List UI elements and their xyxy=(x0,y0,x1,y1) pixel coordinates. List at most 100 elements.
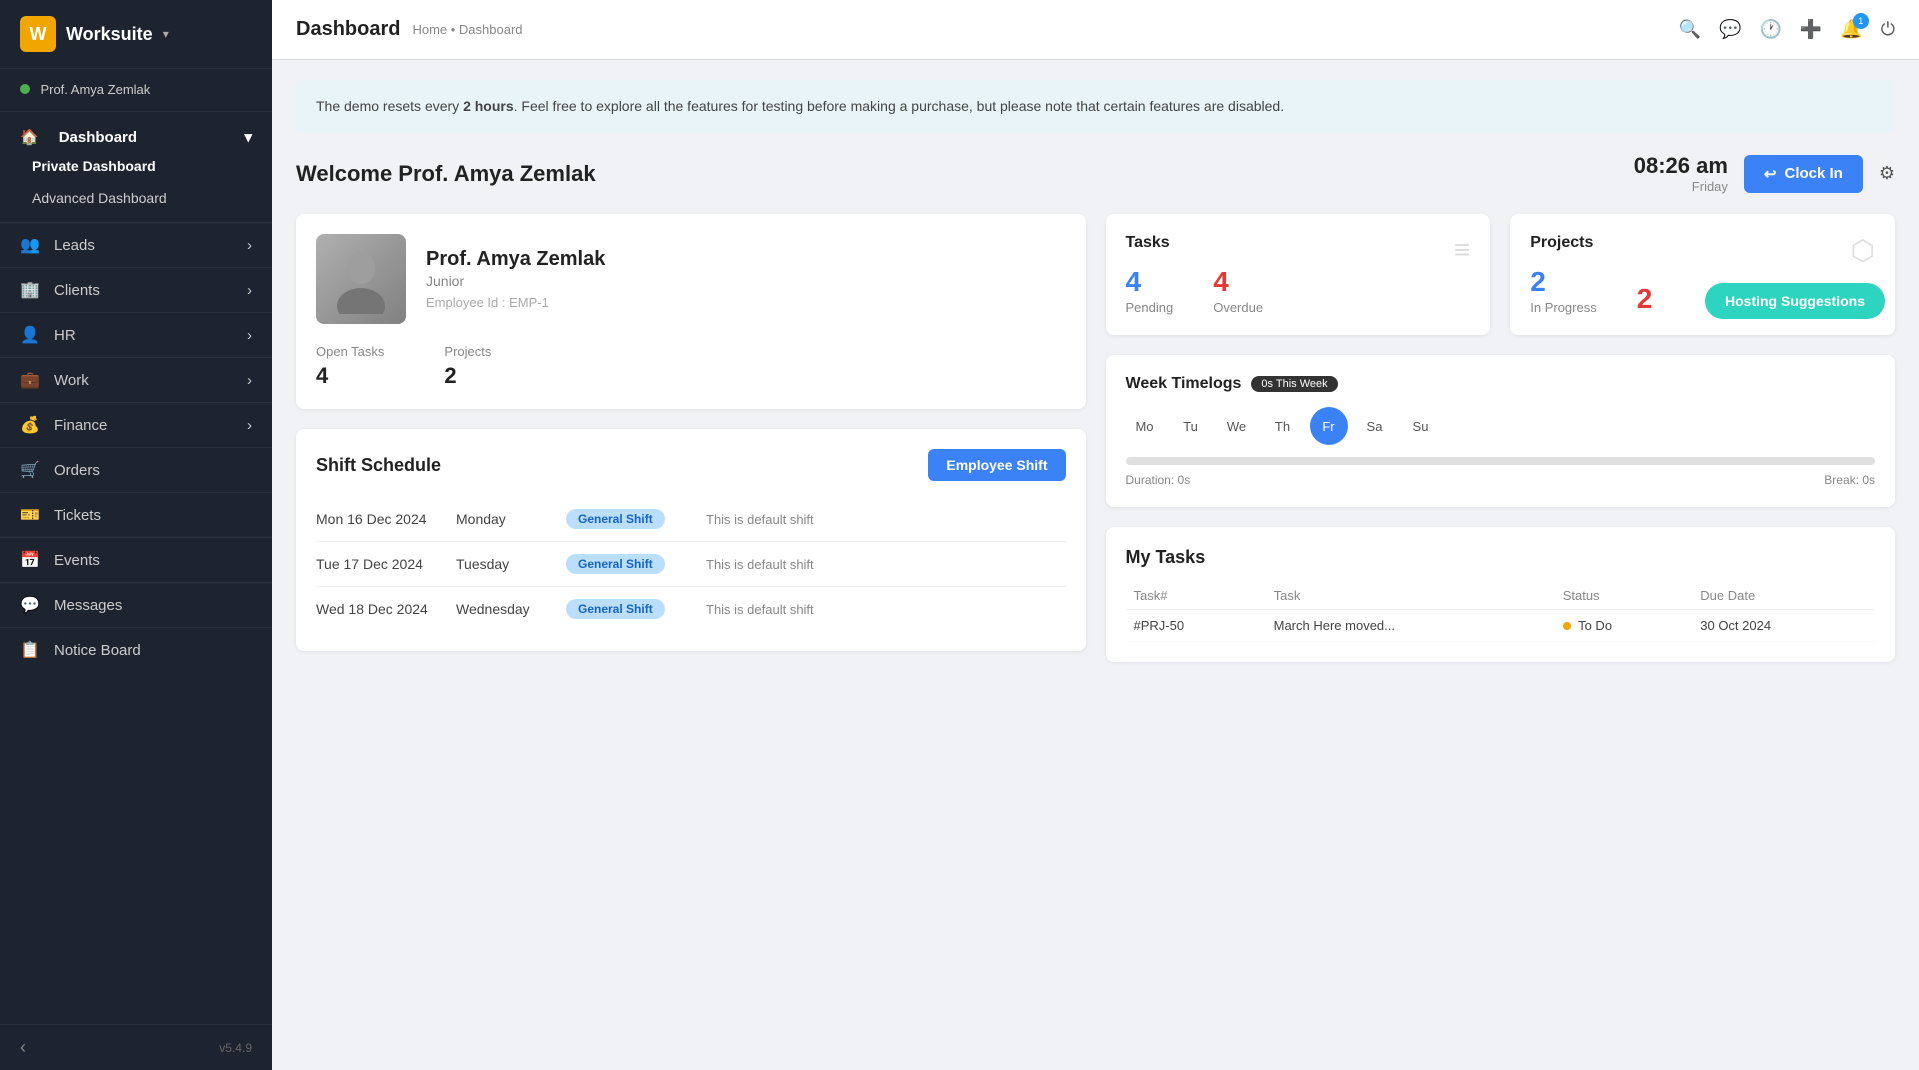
notifications-icon[interactable]: 🔔 1 xyxy=(1840,19,1862,40)
brand-chevron-icon[interactable]: ▾ xyxy=(163,27,169,41)
work-chevron-icon: › xyxy=(247,372,252,389)
sidebar-item-label-leads: Leads xyxy=(54,237,95,254)
open-tasks-label: Open Tasks xyxy=(316,344,384,359)
shift-row: Mon 16 Dec 2024 Monday General Shift Thi… xyxy=(316,497,1066,542)
finance-icon: 💰 xyxy=(20,415,40,435)
day-tuesday[interactable]: Tu xyxy=(1172,407,1210,445)
sidebar-item-dashboard[interactable]: 🏠 Dashboard ▾ xyxy=(0,120,272,150)
welcome-row: Welcome Prof. Amya Zemlak 08:26 am Frida… xyxy=(296,153,1895,194)
sidebar-item-hr[interactable]: 👤 HR › xyxy=(0,312,272,357)
shift-day-2: Tuesday xyxy=(456,556,556,572)
week-timelogs-header: Week Timelogs 0s This Week xyxy=(1126,375,1876,393)
employee-shift-button[interactable]: Employee Shift xyxy=(928,449,1065,481)
power-icon[interactable]: ⏻ xyxy=(1881,19,1895,40)
notice-board-icon: 📋 xyxy=(20,640,40,660)
profile-stats: Open Tasks 4 Projects 2 xyxy=(316,344,1066,389)
clients-icon: 🏢 xyxy=(20,280,40,300)
shift-desc-2: This is default shift xyxy=(706,557,1066,572)
home-icon: 🏠 xyxy=(20,128,39,146)
profile-role: Junior xyxy=(426,273,605,289)
overdue-count: 4 xyxy=(1213,266,1263,298)
day-monday[interactable]: Mo xyxy=(1126,407,1164,445)
shift-header: Shift Schedule Employee Shift xyxy=(316,449,1066,481)
projects-value: 2 xyxy=(444,363,491,389)
chat-icon[interactable]: 💬 xyxy=(1719,19,1741,40)
projects-label: Projects xyxy=(444,344,491,359)
open-tasks-value: 4 xyxy=(316,363,384,389)
sidebar-item-messages[interactable]: 💬 Messages xyxy=(0,582,272,627)
clock-in-icon: ↩ xyxy=(1764,165,1777,183)
tasks-title: Tasks xyxy=(1126,234,1471,252)
col-task-num: Task# xyxy=(1126,582,1266,610)
content-area: The demo resets every 2 hours. Feel free… xyxy=(272,60,1919,1070)
status-text: To Do xyxy=(1578,618,1612,633)
dashboard-grid: Prof. Amya Zemlak Junior Employee Id : E… xyxy=(296,214,1895,662)
clock-icon[interactable]: 🕐 xyxy=(1759,19,1781,40)
proj-overdue-stat: 2 xyxy=(1637,283,1653,315)
clock-in-button[interactable]: ↩ Clock In xyxy=(1744,155,1863,193)
shift-row: Tue 17 Dec 2024 Tuesday General Shift Th… xyxy=(316,542,1066,587)
avatar-image xyxy=(316,234,406,324)
orders-icon: 🛒 xyxy=(20,460,40,480)
brand: W Worksuite ▾ xyxy=(20,16,169,52)
task-num: #PRJ-50 xyxy=(1126,610,1266,642)
projects-stack-icon: ⬡ xyxy=(1851,234,1875,267)
sidebar-item-leads[interactable]: 👥 Leads › xyxy=(0,222,272,267)
sidebar-item-label-events: Events xyxy=(54,552,100,569)
day-wednesday[interactable]: We xyxy=(1218,407,1256,445)
clients-chevron-icon: › xyxy=(247,282,252,299)
overdue-task-stat: 4 Overdue xyxy=(1213,266,1263,315)
timelog-break: Break: 0s xyxy=(1824,473,1875,487)
sidebar-username: Prof. Amya Zemlak xyxy=(40,82,150,97)
brand-name: Worksuite xyxy=(66,24,153,45)
sidebar-item-advanced-dashboard[interactable]: Advanced Dashboard xyxy=(0,182,272,214)
dashboard-chevron-icon: ▾ xyxy=(244,128,252,146)
notification-badge: 1 xyxy=(1853,13,1869,29)
day-thursday[interactable]: Th xyxy=(1264,407,1302,445)
day-saturday[interactable]: Sa xyxy=(1356,407,1394,445)
day-sunday[interactable]: Su xyxy=(1402,407,1440,445)
timelog-progress-bar xyxy=(1126,457,1876,465)
tickets-icon: 🎫 xyxy=(20,505,40,525)
left-column: Prof. Amya Zemlak Junior Employee Id : E… xyxy=(296,214,1086,662)
messages-icon: 💬 xyxy=(20,595,40,615)
welcome-greeting: Welcome Prof. Amya Zemlak xyxy=(296,161,596,187)
search-icon[interactable]: 🔍 xyxy=(1679,19,1701,40)
sidebar-item-private-dashboard[interactable]: Private Dashboard xyxy=(0,150,272,182)
leads-chevron-icon: › xyxy=(247,237,252,254)
shift-date-2: Tue 17 Dec 2024 xyxy=(316,556,446,572)
hosting-suggestions-button[interactable]: Hosting Suggestions xyxy=(1705,283,1885,319)
week-timelogs-badge: 0s This Week xyxy=(1251,376,1337,392)
add-icon[interactable]: ➕ xyxy=(1800,19,1822,40)
settings-button[interactable]: ⚙ xyxy=(1879,163,1895,184)
topbar-right: 🔍 💬 🕐 ➕ 🔔 1 ⏻ xyxy=(1679,19,1895,40)
leads-icon: 👥 xyxy=(20,235,40,255)
projects-card: Projects 2 In Progress 2 ⬡ Hosting Sugge… xyxy=(1510,214,1895,335)
hr-chevron-icon: › xyxy=(247,327,252,344)
status-dot xyxy=(1563,622,1571,630)
pending-count: 4 xyxy=(1126,266,1174,298)
sidebar-footer: ‹ v5.4.9 xyxy=(0,1024,272,1070)
task-due-date: 30 Oct 2024 xyxy=(1692,610,1875,642)
day-friday[interactable]: Fr xyxy=(1310,407,1348,445)
sidebar-item-notice-board[interactable]: 📋 Notice Board xyxy=(0,627,272,672)
sidebar-item-tickets[interactable]: 🎫 Tickets xyxy=(0,492,272,537)
day-selector: Mo Tu We Th Fr Sa Su xyxy=(1126,407,1876,445)
shift-row: Wed 18 Dec 2024 Wednesday General Shift … xyxy=(316,587,1066,631)
sidebar-user: Prof. Amya Zemlak xyxy=(0,69,272,112)
sidebar-item-work[interactable]: 💼 Work › xyxy=(0,357,272,402)
brand-logo: W xyxy=(20,16,56,52)
sidebar-item-label-notice-board: Notice Board xyxy=(54,642,141,659)
sidebar-item-clients[interactable]: 🏢 Clients › xyxy=(0,267,272,312)
sidebar-item-label-tickets: Tickets xyxy=(54,507,101,524)
tasks-stats: 4 Pending 4 Overdue xyxy=(1126,266,1471,315)
timelog-duration: Duration: 0s xyxy=(1126,473,1191,487)
sidebar-item-orders[interactable]: 🛒 Orders xyxy=(0,447,272,492)
task-status: To Do xyxy=(1555,610,1693,642)
collapse-sidebar-icon[interactable]: ‹ xyxy=(20,1037,26,1058)
shift-date-1: Mon 16 Dec 2024 xyxy=(316,511,446,527)
sidebar-version: v5.4.9 xyxy=(219,1041,252,1055)
sidebar-header: W Worksuite ▾ xyxy=(0,0,272,69)
sidebar-item-events[interactable]: 📅 Events xyxy=(0,537,272,582)
sidebar-item-finance[interactable]: 💰 Finance › xyxy=(0,402,272,447)
